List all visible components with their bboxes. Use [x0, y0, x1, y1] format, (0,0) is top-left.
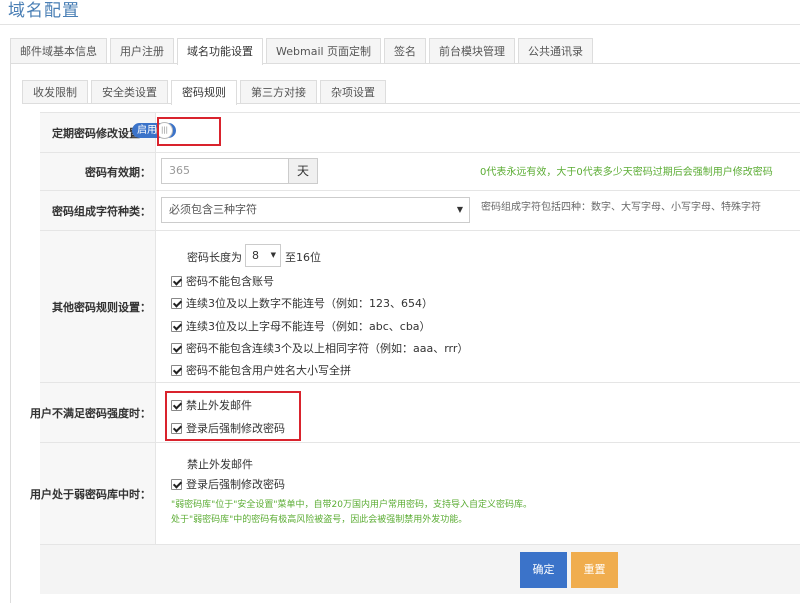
- weak-db-force-change[interactable]: 登录后强制修改密码: [171, 476, 285, 492]
- tab-domain-basic-info[interactable]: 邮件域基本信息: [10, 38, 107, 64]
- tab-user-registration[interactable]: 用户注册: [110, 38, 174, 64]
- weak-db-note-1: "弱密码库"位于"安全设置"菜单中，自带20万国内用户常用密码，支持导入自定义密…: [171, 500, 533, 510]
- length-value: 8: [252, 249, 259, 262]
- checkbox-checked[interactable]: [171, 364, 182, 376]
- length-prefix: 密码长度为: [187, 251, 242, 264]
- subtab-third-party[interactable]: 第三方对接: [240, 80, 317, 104]
- checkbox-checked[interactable]: [171, 342, 182, 354]
- rule-no-account[interactable]: 密码不能包含账号: [171, 273, 274, 289]
- weak-db-label: 用户处于弱密码库中时：: [30, 443, 156, 544]
- rule-no-name-pinyin[interactable]: 密码不能包含用户姓名大小写全拼: [171, 362, 351, 378]
- other-rules-label: 其他密码规则设置：: [40, 231, 156, 382]
- chevron-down-icon: ▼: [270, 251, 276, 259]
- validity-hint: 0代表永远有效，大于0代表多少天密码过期后会强制用户修改密码: [480, 167, 773, 178]
- reset-button[interactable]: 重置: [571, 552, 618, 588]
- rule-no-sequential-letters[interactable]: 连续3位及以上字母不能连号（例如：abc、cba）: [171, 318, 431, 334]
- sub-tabs-divider: [22, 103, 800, 104]
- tab-signature[interactable]: 签名: [384, 38, 427, 64]
- highlight-box-toggle: [157, 117, 221, 146]
- subtab-misc-settings[interactable]: 杂项设置: [320, 80, 386, 104]
- tab-webmail-customization[interactable]: Webmail 页面定制: [266, 38, 382, 64]
- chevron-down-icon: ▼: [456, 205, 463, 214]
- validity-input[interactable]: 365: [161, 158, 289, 184]
- length-suffix: 至16位: [285, 251, 321, 264]
- char-types-label: 密码组成字符种类：: [40, 191, 156, 230]
- tab-frontend-modules[interactable]: 前台模块管理: [429, 38, 516, 64]
- validity-unit: 天: [288, 158, 318, 184]
- row-weak-strength: 用户不满足密码强度时：: [30, 382, 800, 442]
- subtab-security-settings[interactable]: 安全类设置: [91, 80, 168, 104]
- char-types-select[interactable]: 必须包含三种字符 ▼: [161, 197, 470, 223]
- rule-no-repeated-chars[interactable]: 密码不能包含连续3个及以上相同字符（例如：aaa、rrr）: [171, 340, 468, 356]
- form-footer: [40, 544, 800, 594]
- tab-public-addressbook[interactable]: 公共通讯录: [518, 38, 594, 64]
- page-title: 域名配置: [8, 1, 80, 21]
- checkbox-checked[interactable]: [171, 275, 182, 287]
- checkbox-checked[interactable]: [171, 320, 182, 332]
- subtab-send-receive-limits[interactable]: 收发限制: [22, 80, 88, 104]
- length-select[interactable]: 8 ▼: [245, 244, 281, 267]
- char-types-hint: 密码组成字符包括四种：数字、大写字母、小写字母、特殊字符: [481, 202, 761, 213]
- title-divider: [0, 24, 800, 25]
- confirm-button[interactable]: 确定: [520, 552, 567, 588]
- weak-db-note-2: 处于"弱密码库"中的密码有极高风险被盗号，因此会被强制禁用外发功能。: [171, 515, 468, 525]
- sub-tabs: 收发限制 安全类设置 密码规则 第三方对接 杂项设置: [22, 80, 389, 105]
- rule-no-sequential-digits[interactable]: 连续3位及以上数字不能连号（例如：123、654）: [171, 295, 433, 311]
- highlight-box-weak-strength: [165, 391, 301, 441]
- weak-strength-label: 用户不满足密码强度时：: [30, 383, 156, 442]
- main-tabs: 邮件域基本信息 用户注册 域名功能设置 Webmail 页面定制 签名 前台模块…: [10, 38, 596, 65]
- tab-domain-function-settings[interactable]: 域名功能设置: [177, 38, 263, 65]
- checkbox-checked[interactable]: [171, 478, 182, 490]
- checkbox-checked[interactable]: [171, 297, 182, 309]
- weak-db-block-outgoing[interactable]: 禁止外发邮件: [187, 456, 253, 472]
- row-weak-db: 用户处于弱密码库中时：: [30, 442, 800, 544]
- subtab-password-rules[interactable]: 密码规则: [171, 80, 237, 105]
- char-types-selected: 必须包含三种字符: [169, 203, 257, 216]
- validity-label: 密码有效期：: [40, 153, 156, 190]
